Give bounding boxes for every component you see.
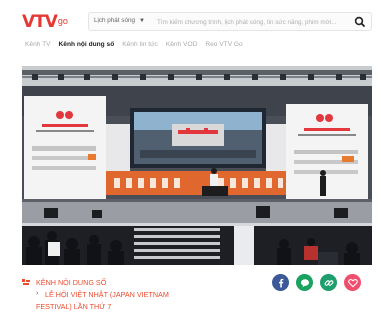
nav-item-kenh-tin-tuc[interactable]: Kênh tin tức [122, 41, 158, 48]
video-player[interactable] [22, 66, 372, 265]
breadcrumb-channel[interactable]: KÊNH NỘI DUNG SỐ [36, 278, 106, 287]
search-icon [354, 16, 365, 27]
search-input[interactable] [157, 15, 345, 29]
link-icon [324, 279, 333, 286]
site-header: VTV go Lịch phát sóng ▼ Kênh TV Kênh nội… [0, 0, 381, 64]
share-facebook-button[interactable] [272, 274, 289, 291]
nav-item-kenh-noi-dung-so[interactable]: Kênh nội dung số [59, 41, 115, 48]
copy-link-button[interactable] [320, 274, 337, 291]
share-line-button[interactable] [296, 274, 313, 291]
schedule-dropdown[interactable]: Lịch phát sóng ▼ [94, 17, 145, 24]
logo-text: VTV [22, 12, 58, 32]
vtvgo-logo[interactable]: VTV go [22, 12, 68, 32]
video-frame [22, 66, 372, 265]
favorite-button[interactable] [344, 274, 361, 291]
program-info: KÊNH NỘI DUNG SỐ › LỄ HỘI VIỆT NHẬT (JAP… [0, 265, 381, 313]
search-bar: Lịch phát sóng ▼ [88, 12, 372, 31]
nav-item-reo-vtv-go[interactable]: Reo VTV Go [205, 41, 242, 48]
chevron-right-icon: › [36, 290, 39, 297]
line-chat-icon [300, 278, 309, 287]
nav-item-kenh-tv[interactable]: Kênh TV [25, 41, 51, 48]
breadcrumb-program[interactable]: LỄ HỘI VIỆT NHẬT (JAPAN VIETNAM [45, 290, 169, 299]
chevron-down-icon: ▼ [138, 17, 145, 24]
breadcrumb-program-cont[interactable]: FESTIVAL) LẦN THỨ 7 [36, 302, 111, 311]
schedule-dropdown-label: Lịch phát sóng [94, 17, 135, 24]
logo-suffix: go [57, 16, 68, 26]
main-nav: Kênh TV Kênh nội dung số Kênh tin tức Kê… [25, 41, 243, 48]
heart-icon [347, 278, 358, 287]
nav-item-kenh-vod[interactable]: Kênh VOD [166, 41, 198, 48]
search-button[interactable] [353, 15, 367, 29]
broadcast-icon [22, 279, 30, 285]
facebook-icon [278, 278, 283, 288]
